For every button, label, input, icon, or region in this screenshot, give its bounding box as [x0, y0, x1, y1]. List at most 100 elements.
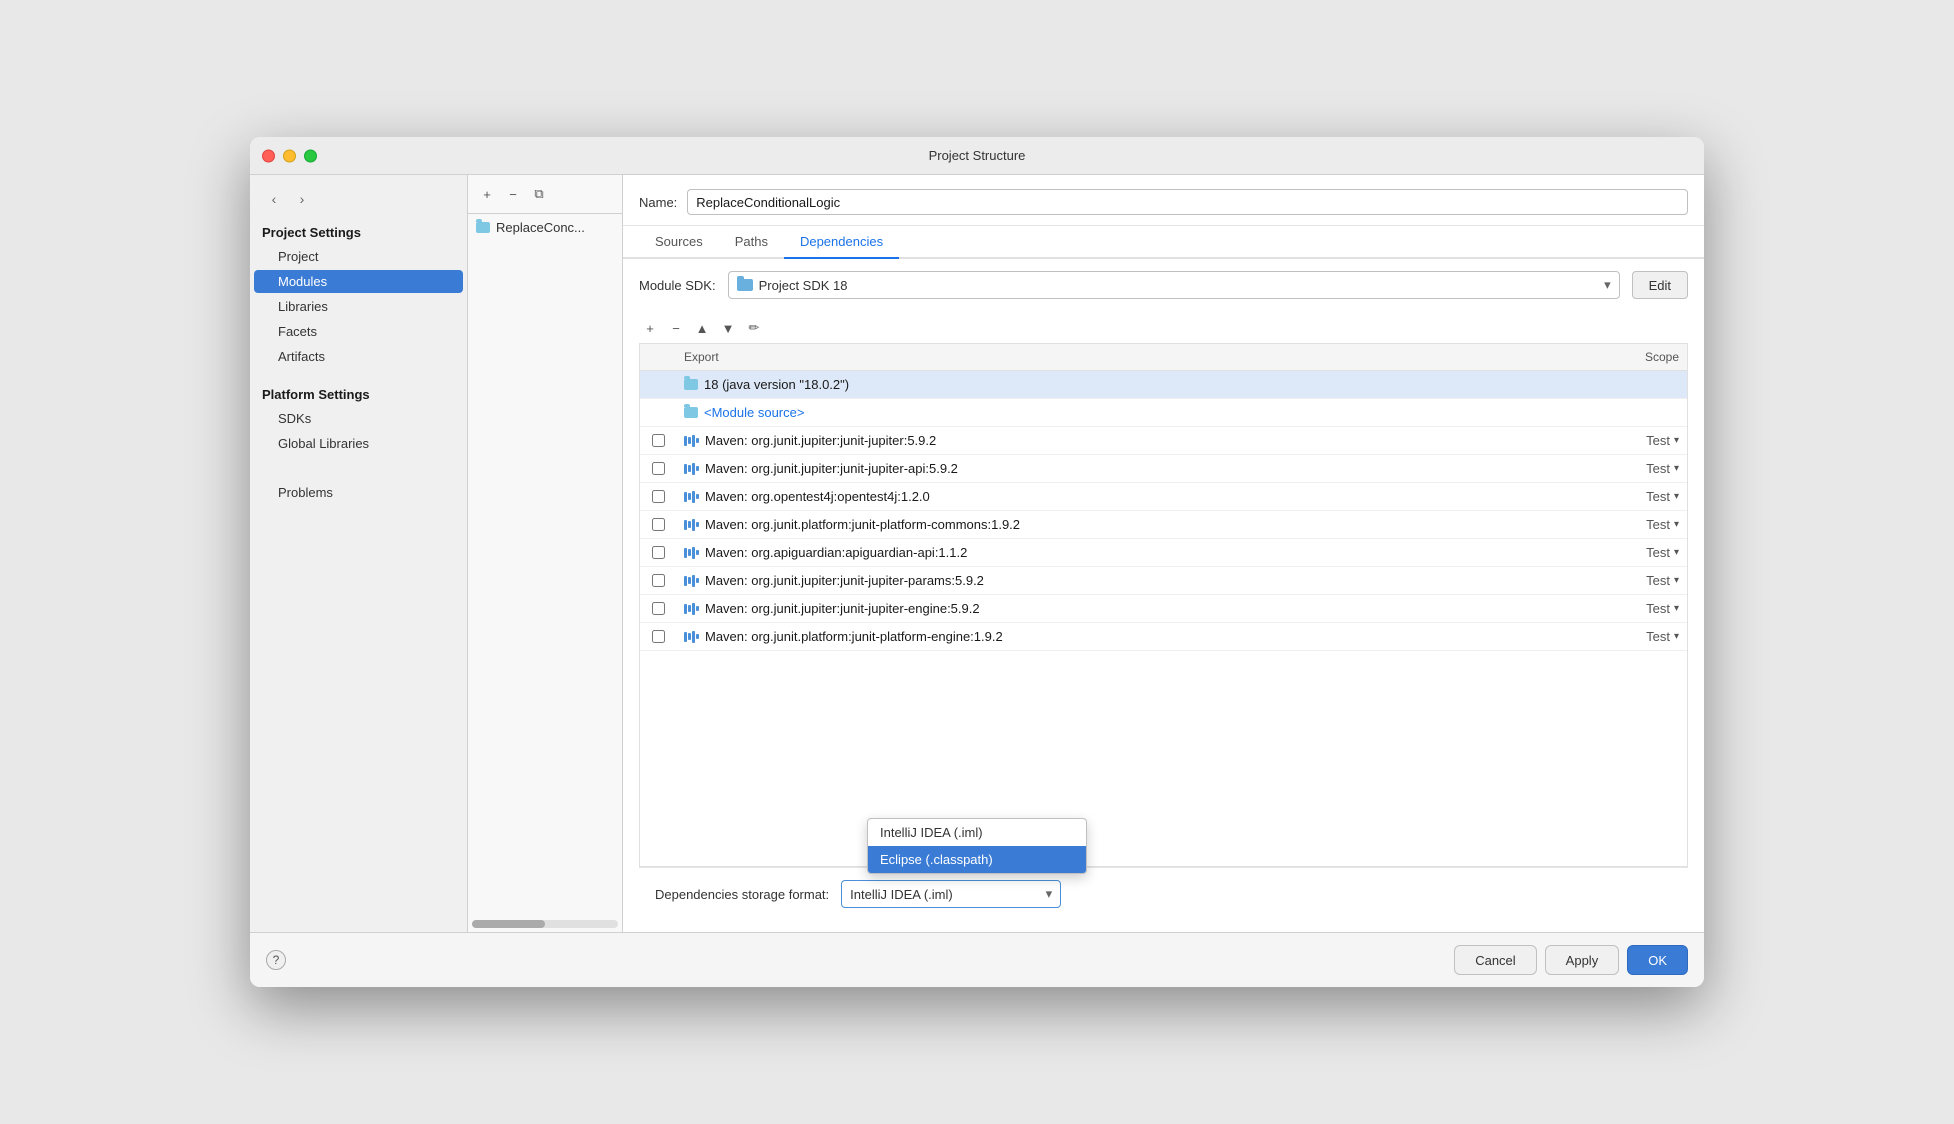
lib-icon [684, 603, 699, 615]
cancel-button[interactable]: Cancel [1454, 945, 1536, 975]
row-check-cell[interactable] [640, 598, 676, 619]
sidebar-item-project[interactable]: Project [254, 245, 463, 268]
row-name-cell: <Module source> [676, 401, 1567, 424]
row-scope-cell: Test ▾ [1567, 601, 1687, 616]
sidebar-item-artifacts[interactable]: Artifacts [254, 345, 463, 368]
dropdown-option-intellij[interactable]: IntelliJ IDEA (.iml) [868, 819, 1086, 846]
sidebar-item-problems[interactable]: Problems [266, 481, 451, 504]
scope-arrow-icon[interactable]: ▾ [1674, 603, 1679, 614]
row-name-cell: 18 (java version "18.0.2") [676, 373, 1567, 396]
tab-sources[interactable]: Sources [639, 226, 719, 259]
row-checkbox[interactable] [652, 518, 665, 531]
row-scope-cell: Test ▾ [1567, 461, 1687, 476]
scope-arrow-icon[interactable]: ▾ [1674, 575, 1679, 586]
row-checkbox[interactable] [652, 462, 665, 475]
remove-module-button[interactable]: − [502, 183, 524, 205]
module-scrollbar[interactable] [472, 920, 618, 928]
storage-format-dropdown-popup: IntelliJ IDEA (.iml) Eclipse (.classpath… [867, 818, 1087, 874]
scope-arrow-icon[interactable]: ▾ [1674, 631, 1679, 642]
row-name-cell: Maven: org.junit.platform:junit-platform… [676, 625, 1567, 648]
tab-dependencies[interactable]: Dependencies [784, 226, 899, 259]
edit-dep-button[interactable]: ✏ [743, 317, 765, 339]
lib-icon [684, 547, 699, 559]
module-item[interactable]: ReplaceConc... [468, 214, 622, 241]
lib-icon [684, 631, 699, 643]
name-input[interactable] [687, 189, 1688, 215]
sidebar-item-sdks[interactable]: SDKs [254, 407, 463, 430]
sdk-dropdown[interactable]: Project SDK 18 ▾ [728, 271, 1620, 299]
dropdown-option-eclipse[interactable]: Eclipse (.classpath) [868, 846, 1086, 873]
scope-arrow-icon[interactable]: ▾ [1674, 435, 1679, 446]
forward-button[interactable]: › [290, 187, 314, 211]
table-row[interactable]: <Module source> [640, 399, 1687, 427]
lib-icon [684, 435, 699, 447]
tab-paths[interactable]: Paths [719, 226, 784, 259]
row-name-cell: Maven: org.junit.jupiter:junit-jupiter:5… [676, 429, 1567, 452]
module-folder-icon [476, 222, 490, 233]
sdk-edit-button[interactable]: Edit [1632, 271, 1688, 299]
row-check-cell[interactable] [640, 458, 676, 479]
project-structure-window: Project Structure ‹ › Project Settings P… [250, 137, 1704, 987]
table-row[interactable]: Maven: org.opentest4j:opentest4j:1.2.0 T… [640, 483, 1687, 511]
row-check-cell[interactable] [640, 570, 676, 591]
add-dep-button[interactable]: + [639, 317, 661, 339]
table-row[interactable]: Maven: org.junit.platform:junit-platform… [640, 623, 1687, 651]
row-check-cell[interactable] [640, 514, 676, 535]
scope-arrow-icon[interactable]: ▾ [1674, 491, 1679, 502]
row-checkbox[interactable] [652, 546, 665, 559]
sidebar-divider [250, 369, 467, 381]
scope-arrow-icon[interactable]: ▾ [1674, 547, 1679, 558]
table-row[interactable]: Maven: org.apiguardian:apiguardian-api:1… [640, 539, 1687, 567]
row-name-cell: Maven: org.junit.jupiter:junit-jupiter-p… [676, 569, 1567, 592]
row-name-cell: Maven: org.junit.jupiter:junit-jupiter-e… [676, 597, 1567, 620]
sidebar-item-libraries[interactable]: Libraries [254, 295, 463, 318]
storage-format-value: IntelliJ IDEA (.iml) [850, 887, 953, 902]
close-button[interactable] [262, 149, 275, 162]
storage-format-label: Dependencies storage format: [655, 887, 829, 902]
row-check-cell[interactable] [640, 542, 676, 563]
storage-format-dropdown[interactable]: IntelliJ IDEA (.iml) ▾ [841, 880, 1061, 908]
name-row: Name: [623, 175, 1704, 226]
maximize-button[interactable] [304, 149, 317, 162]
source-folder-icon [684, 407, 698, 418]
ok-button[interactable]: OK [1627, 945, 1688, 975]
row-checkbox[interactable] [652, 574, 665, 587]
row-checkbox[interactable] [652, 630, 665, 643]
minimize-button[interactable] [283, 149, 296, 162]
sdk-folder-icon [737, 279, 753, 291]
help-button[interactable]: ? [266, 950, 286, 970]
module-scrollbar-thumb [472, 920, 545, 928]
dependencies-content: Module SDK: Project SDK 18 ▾ Edit + − ▲ … [623, 259, 1704, 932]
row-check-cell[interactable] [640, 486, 676, 507]
scope-arrow-icon[interactable]: ▾ [1674, 463, 1679, 474]
back-button[interactable]: ‹ [262, 187, 286, 211]
table-row[interactable]: Maven: org.junit.jupiter:junit-jupiter-p… [640, 567, 1687, 595]
traffic-lights [262, 149, 317, 162]
apply-button[interactable]: Apply [1545, 945, 1620, 975]
row-scope-cell: Test ▾ [1567, 517, 1687, 532]
col-check-header [640, 344, 676, 370]
sidebar-item-global-libraries[interactable]: Global Libraries [254, 432, 463, 455]
table-row[interactable]: Maven: org.junit.jupiter:junit-jupiter-a… [640, 455, 1687, 483]
module-name: ReplaceConc... [496, 220, 585, 235]
add-module-button[interactable]: + [476, 183, 498, 205]
table-row[interactable]: 18 (java version "18.0.2") [640, 371, 1687, 399]
scope-arrow-icon[interactable]: ▾ [1674, 519, 1679, 530]
row-checkbox[interactable] [652, 490, 665, 503]
table-row[interactable]: Maven: org.junit.platform:junit-platform… [640, 511, 1687, 539]
sidebar-item-facets[interactable]: Facets [254, 320, 463, 343]
copy-module-button[interactable]: ⧉ [528, 183, 550, 205]
row-scope-cell: Test ▾ [1567, 489, 1687, 504]
remove-dep-button[interactable]: − [665, 317, 687, 339]
move-up-button[interactable]: ▲ [691, 317, 713, 339]
table-row[interactable]: Maven: org.junit.jupiter:junit-jupiter-e… [640, 595, 1687, 623]
row-checkbox[interactable] [652, 602, 665, 615]
sidebar-item-modules[interactable]: Modules [254, 270, 463, 293]
titlebar: Project Structure [250, 137, 1704, 175]
move-down-button[interactable]: ▼ [717, 317, 739, 339]
row-checkbox[interactable] [652, 434, 665, 447]
lib-icon [684, 491, 699, 503]
row-check-cell[interactable] [640, 626, 676, 647]
row-check-cell[interactable] [640, 430, 676, 451]
table-row[interactable]: Maven: org.junit.jupiter:junit-jupiter:5… [640, 427, 1687, 455]
